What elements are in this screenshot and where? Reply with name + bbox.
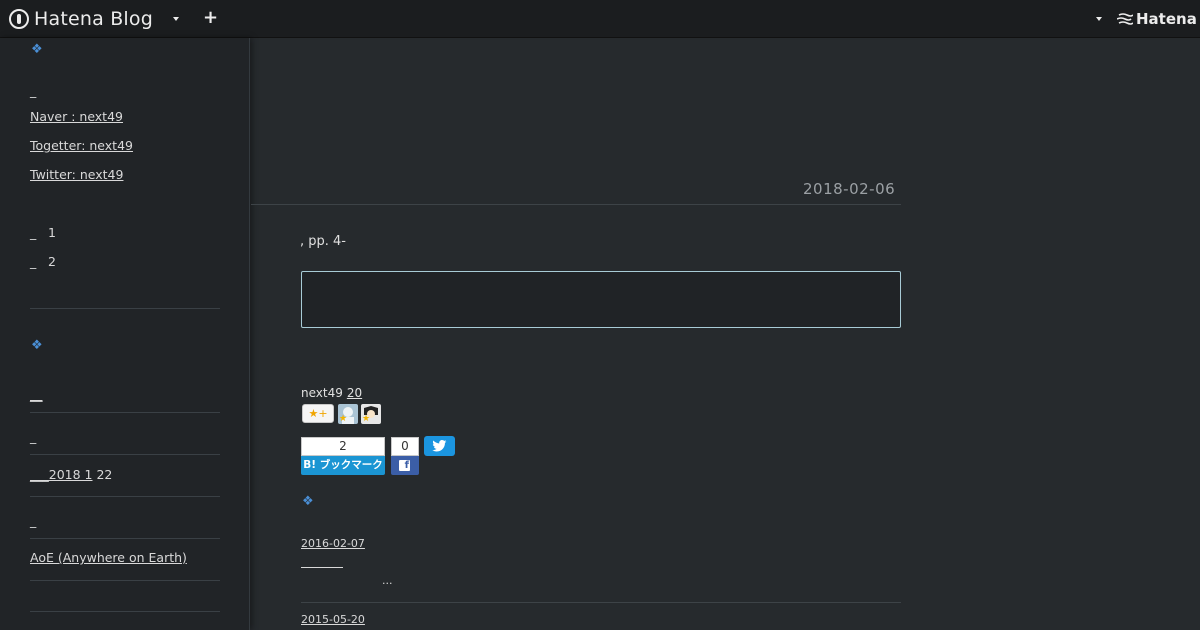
hatena-bookmark-button[interactable]: 2 B! ブックマーク xyxy=(301,437,385,476)
hatena-brand-text: Hatena xyxy=(1136,10,1197,28)
twitter-bird-icon xyxy=(432,439,447,452)
divider xyxy=(30,308,220,309)
related-entry-date[interactable]: 2015-05-20 xyxy=(301,613,365,626)
blog-menu-chevron-down-icon[interactable] xyxy=(173,17,179,21)
hatena-blog-logo[interactable]: Hatena Blog xyxy=(9,7,153,31)
hatena-brand-link[interactable]: Hatena xyxy=(1117,9,1197,29)
sidebar-numbered-value: 2 xyxy=(48,254,56,269)
twitter-share-button[interactable] xyxy=(424,436,455,456)
bookmark-label[interactable]: B! ブックマーク xyxy=(301,456,385,475)
plus-icon[interactable]: + xyxy=(203,8,218,28)
divider xyxy=(30,538,220,539)
avatar[interactable]: ★ xyxy=(361,404,381,424)
facebook-icon[interactable]: f xyxy=(391,456,419,475)
divider xyxy=(30,580,220,581)
sidebar-link-naver[interactable]: Naver : next49 xyxy=(30,109,123,125)
sidebar-list-item[interactable]: ___2018 1 22 xyxy=(30,467,112,483)
user-menu-chevron-down-icon[interactable] xyxy=(1096,17,1102,21)
entry-date[interactable]: 2018-02-06 xyxy=(803,180,895,198)
sidebar-list-item: _ xyxy=(30,513,37,528)
add-star-button[interactable]: ★+ xyxy=(302,404,334,423)
divider xyxy=(301,602,901,603)
divider xyxy=(30,496,220,497)
hatena-wave-icon xyxy=(1117,13,1133,25)
sidebar: ❖ _ Naver : next49 Togetter: next49 Twit… xyxy=(0,38,250,630)
star-icon: ★ xyxy=(362,414,371,424)
facebook-share-button[interactable]: 0 f xyxy=(391,437,419,476)
sidebar-link-togetter[interactable]: Togetter: next49 xyxy=(30,138,133,154)
diamond-icon: ❖ xyxy=(302,494,314,509)
sidebar-list-suffix: 22 xyxy=(92,467,113,482)
avatar[interactable]: ★ xyxy=(338,404,358,424)
sidebar-link-aoe[interactable]: AoE (Anywhere on Earth) xyxy=(30,550,187,566)
sidebar-numbered-value: 1 xyxy=(48,225,56,240)
related-entry-ellipsis: ... xyxy=(382,574,393,587)
sidebar-list-item: _ xyxy=(30,429,37,444)
divider xyxy=(30,454,220,455)
bookmark-count[interactable]: 2 xyxy=(301,437,385,456)
related-entry-date[interactable]: 2016-02-07 xyxy=(301,537,365,550)
hatena-logo-icon xyxy=(9,9,29,29)
sidebar-link-twitter[interactable]: Twitter: next49 xyxy=(30,167,123,183)
author-name[interactable]: next49 xyxy=(301,386,343,400)
diamond-icon: ❖ xyxy=(31,42,43,57)
entry-author-line: next49 20 xyxy=(301,386,362,400)
author-count-link[interactable]: 20 xyxy=(347,386,362,400)
sidebar-numbered-dash: _ xyxy=(30,225,37,240)
divider xyxy=(251,204,901,205)
entry-body-text: , pp. 4- xyxy=(300,234,346,249)
sidebar-numbered-dash: _ xyxy=(30,254,37,269)
logo-text: Hatena Blog xyxy=(34,8,153,30)
facebook-count[interactable]: 0 xyxy=(391,437,419,456)
sidebar-dash: _ xyxy=(30,83,37,98)
related-entry-title-link[interactable] xyxy=(301,567,343,568)
divider xyxy=(30,412,220,413)
blockquote-box xyxy=(301,271,901,328)
sidebar-list-link[interactable]: ___2018 1 xyxy=(30,467,93,482)
star-icon: ★ xyxy=(339,414,348,424)
divider xyxy=(30,611,220,612)
diamond-icon: ❖ xyxy=(31,338,43,353)
sidebar-list-item[interactable]: __ xyxy=(30,387,43,403)
global-header: Hatena Blog + Hatena xyxy=(0,0,1200,38)
